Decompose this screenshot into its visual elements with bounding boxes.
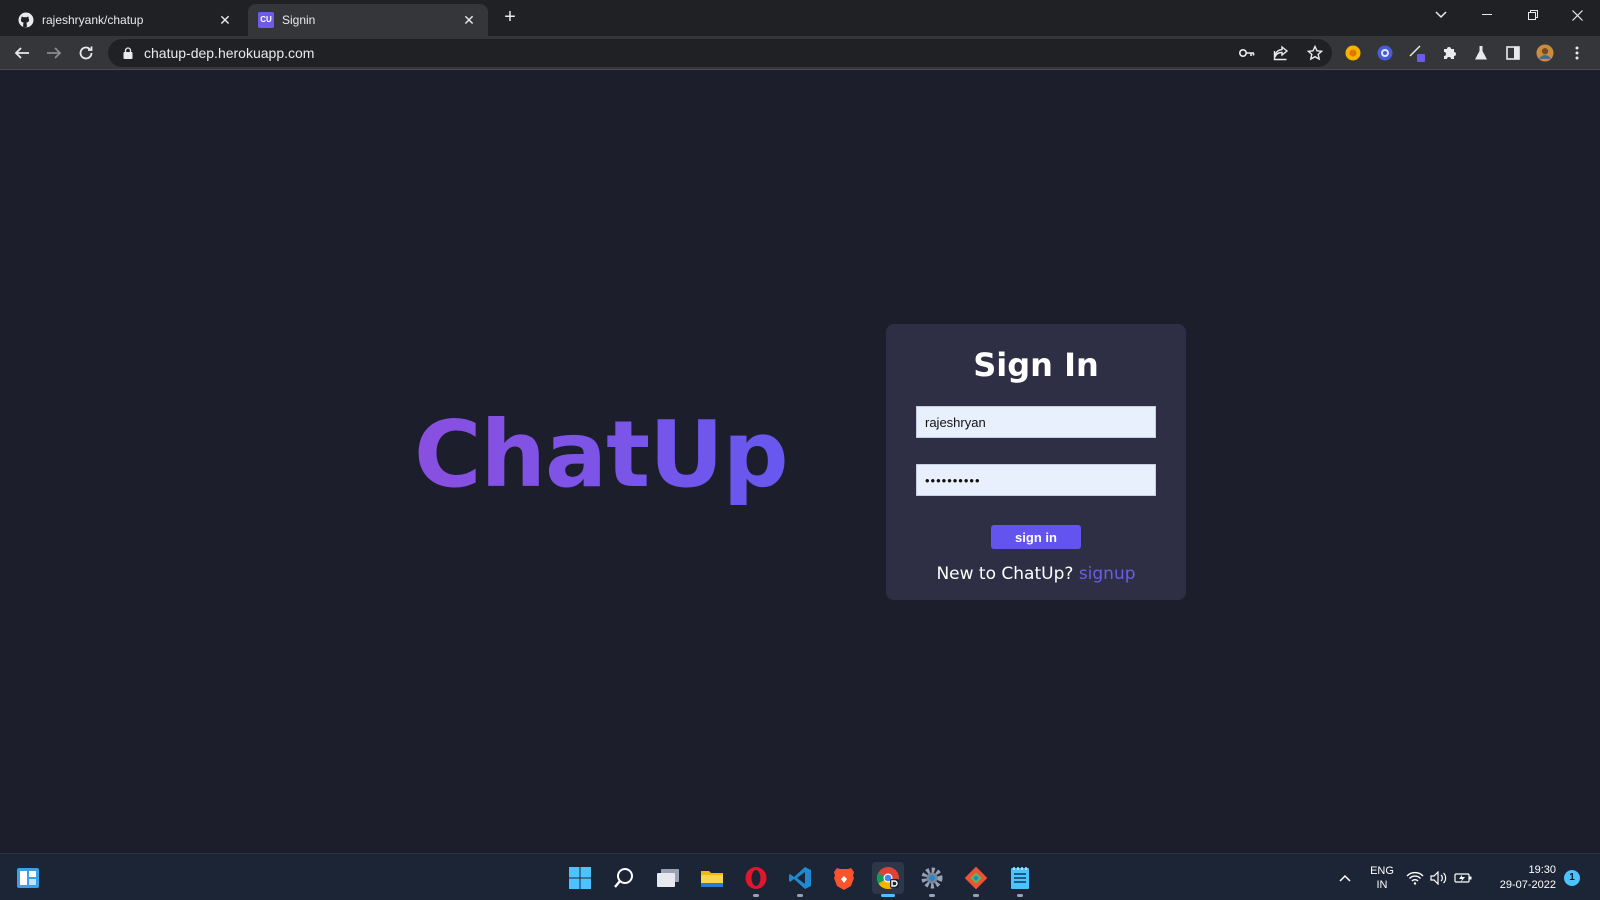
start-windows-icon[interactable] xyxy=(564,862,596,894)
brave-icon[interactable] xyxy=(828,862,860,894)
language-line2: IN xyxy=(1376,879,1388,891)
signup-link[interactable]: signup xyxy=(1079,564,1136,584)
password-input[interactable] xyxy=(916,464,1156,496)
language-indicator[interactable]: ENG IN xyxy=(1368,864,1396,892)
signup-prompt: New to ChatUp? signup xyxy=(886,564,1186,584)
chatup-favicon: CU xyxy=(258,12,274,28)
signup-prompt-text: New to ChatUp? xyxy=(936,564,1074,584)
git-icon[interactable] xyxy=(960,862,992,897)
tab-search-icon[interactable] xyxy=(1418,0,1464,30)
new-tab-button[interactable]: + xyxy=(498,6,522,30)
search-icon[interactable] xyxy=(608,862,640,894)
favicon-text: CU xyxy=(258,12,274,28)
task-view-icon[interactable] xyxy=(652,862,684,894)
signin-button[interactable]: sign in xyxy=(991,525,1081,549)
clock[interactable]: 19:30 29-07-2022 xyxy=(1486,863,1556,893)
extension-pen-icon[interactable] xyxy=(1408,44,1426,62)
extensions-puzzle-icon[interactable] xyxy=(1440,44,1458,62)
signin-card: Sign In sign in New to ChatUp? signup xyxy=(886,324,1186,600)
profile-avatar-icon[interactable] xyxy=(1536,44,1554,62)
brand-logo: ChatUp xyxy=(414,401,789,508)
tab-title: rajeshryank/chatup xyxy=(42,13,144,27)
clock-date: 29-07-2022 xyxy=(1499,879,1556,891)
extension-yellow-icon[interactable] xyxy=(1344,44,1362,62)
notepad-icon[interactable] xyxy=(1004,862,1036,897)
tab-title: Signin xyxy=(282,13,316,27)
tab-github[interactable]: rajeshryank/chatup ✕ xyxy=(8,4,244,36)
key-icon[interactable] xyxy=(1238,44,1256,62)
forward-arrow-icon[interactable] xyxy=(40,39,68,67)
bookmark-star-icon[interactable] xyxy=(1306,44,1324,62)
file-explorer-icon[interactable] xyxy=(696,862,728,894)
signin-heading: Sign In xyxy=(973,346,1099,384)
browser-tab-strip: rajeshryank/chatup ✕ CU Signin ✕ + xyxy=(0,0,1600,36)
share-icon[interactable] xyxy=(1272,44,1290,62)
side-panel-icon[interactable] xyxy=(1504,44,1522,62)
wifi-icon[interactable] xyxy=(1404,862,1426,894)
reload-icon[interactable] xyxy=(72,39,100,67)
extensions-area xyxy=(1344,44,1586,62)
volume-icon[interactable] xyxy=(1428,862,1450,894)
restore-icon[interactable] xyxy=(1510,0,1556,30)
url-text[interactable]: chatup-dep.herokuapp.com xyxy=(144,45,314,61)
notification-badge[interactable]: 1 xyxy=(1564,870,1580,886)
close-tab-icon[interactable]: ✕ xyxy=(216,11,234,29)
settings-gear-icon[interactable] xyxy=(916,862,948,897)
vscode-icon[interactable] xyxy=(784,862,816,897)
language-line1: ENG xyxy=(1370,865,1394,877)
browser-toolbar: chatup-dep.herokuapp.com xyxy=(0,36,1600,70)
labs-flask-icon[interactable] xyxy=(1472,44,1490,62)
chrome-dev-icon[interactable] xyxy=(872,862,904,897)
clock-time: 19:30 xyxy=(1528,864,1556,876)
address-bar[interactable]: chatup-dep.herokuapp.com xyxy=(108,39,1332,67)
taskbar: ENG IN 19:30 29-07-2022 1 xyxy=(0,853,1600,900)
page-content: ChatUp Sign In sign in New to ChatUp? si… xyxy=(0,71,1600,853)
extension-blue-icon[interactable] xyxy=(1376,44,1394,62)
widgets-icon[interactable] xyxy=(12,862,44,894)
lock-icon[interactable] xyxy=(120,47,136,59)
github-icon xyxy=(18,12,34,28)
username-input[interactable] xyxy=(916,406,1156,438)
show-hidden-icons-chevron-icon[interactable] xyxy=(1332,862,1358,894)
close-tab-icon[interactable]: ✕ xyxy=(460,11,478,29)
opera-icon[interactable] xyxy=(740,862,772,897)
close-window-icon[interactable] xyxy=(1554,0,1600,30)
back-arrow-icon[interactable] xyxy=(8,39,36,67)
minimize-icon[interactable] xyxy=(1464,0,1510,30)
tab-signin[interactable]: CU Signin ✕ xyxy=(248,4,488,36)
battery-icon[interactable] xyxy=(1452,862,1474,894)
menu-kebab-icon[interactable] xyxy=(1568,44,1586,62)
